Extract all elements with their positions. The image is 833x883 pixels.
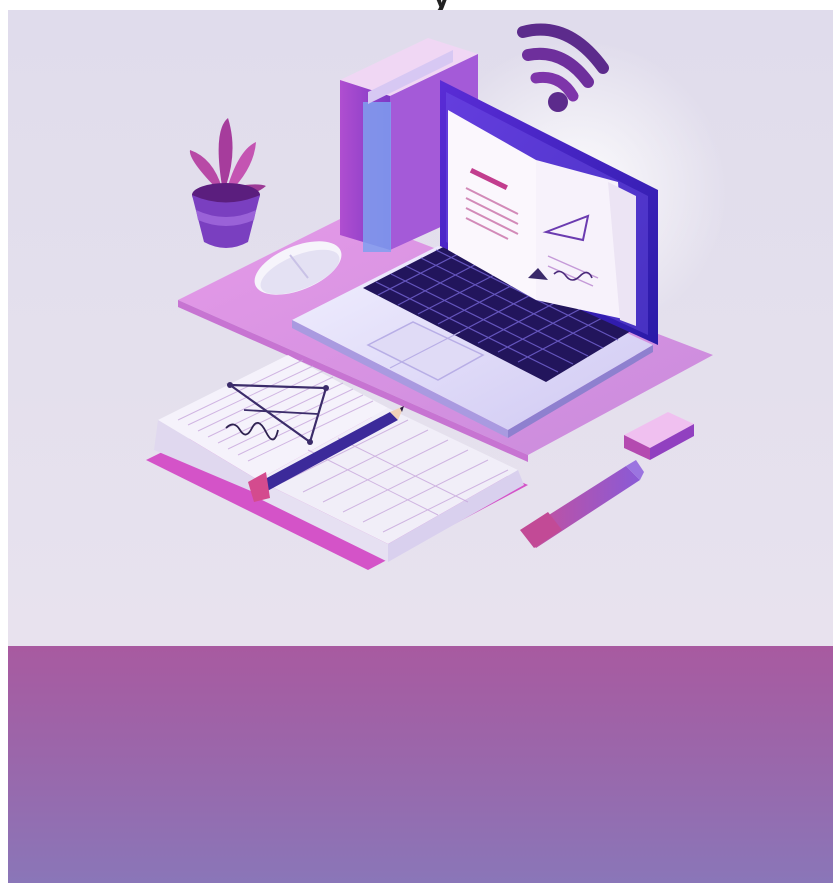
plant-icon (189, 118, 266, 248)
cropped-heading-text: y (432, 0, 451, 10)
marker-icon (520, 460, 644, 548)
study-desk-illustration (146, 23, 728, 570)
hero-illustration-area (8, 10, 833, 646)
footer-color-band (8, 646, 833, 883)
banner-frame (8, 10, 833, 883)
eraser-icon (624, 412, 694, 460)
cropped-heading: y (0, 0, 833, 10)
